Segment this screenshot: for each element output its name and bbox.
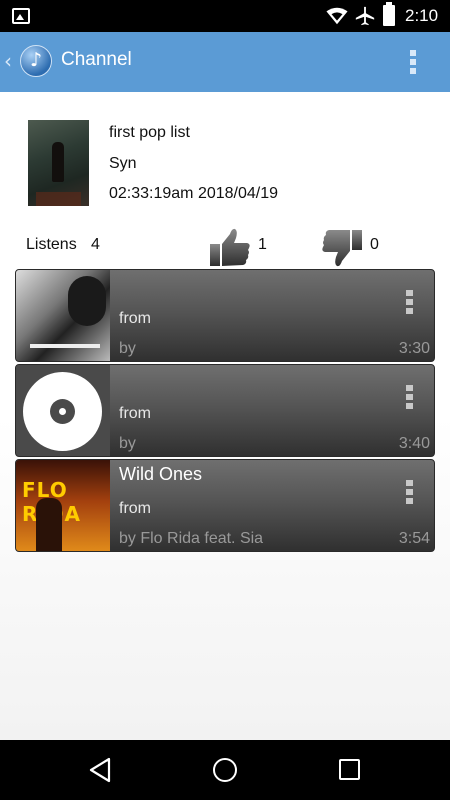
nav-home-icon[interactable] [213, 758, 237, 782]
song-list-item[interactable]: FLO RIDA Wild Ones from by Flo Rida feat… [15, 459, 435, 552]
back-chevron-icon[interactable]: ‹ [4, 49, 12, 73]
song-title: Wild Ones [119, 464, 203, 484]
dislikes-count: 0 [370, 236, 379, 253]
nav-recents-icon[interactable] [339, 759, 360, 780]
playlist-name: first pop list [109, 124, 190, 141]
song-menu-icon[interactable] [406, 290, 414, 316]
song-artist: by Flo Rida feat. Sia [119, 530, 264, 547]
nav-back-icon[interactable] [88, 757, 112, 783]
music-note-icon: ♪ [30, 49, 43, 71]
playlist-owner: Syn [109, 155, 137, 172]
status-bar: 2:10 [0, 0, 450, 32]
battery-icon [383, 2, 395, 26]
playlist-created-date: 02:33:19am 2018/04/19 [109, 185, 279, 202]
clock: 2:10 [405, 6, 439, 25]
song-list-item[interactable]: from by 3:30 [15, 269, 435, 362]
song-menu-icon[interactable] [406, 480, 414, 506]
song-artist: by [119, 340, 136, 357]
album-art-placeholder [16, 365, 110, 456]
song-artist: by [119, 435, 136, 452]
song-from: from [119, 310, 151, 327]
airplane-icon [355, 6, 375, 26]
song-list-item[interactable]: from by 3:40 [15, 364, 435, 457]
system-nav-bar [0, 740, 450, 800]
channel-content: first pop list Syn 02:33:19am 2018/04/19… [0, 92, 450, 740]
song-from: from [119, 500, 151, 517]
listens-count: 4 [91, 236, 100, 253]
listens-label: Listens [26, 236, 77, 253]
likes-count: 1 [258, 236, 267, 253]
thumbs-up-icon[interactable] [208, 226, 252, 268]
album-art-image [16, 270, 110, 361]
song-menu-icon[interactable] [406, 385, 414, 411]
page-title: Channel [61, 49, 132, 70]
song-duration: 3:40 [398, 435, 430, 452]
album-art-image: FLO RIDA [16, 460, 110, 551]
playlist-cover-image [28, 120, 89, 206]
app-bar: ‹ ♪ Channel [0, 32, 450, 92]
song-duration: 3:54 [398, 530, 430, 547]
song-from: from [119, 405, 151, 422]
app-logo-icon[interactable]: ♪ [20, 45, 52, 77]
overflow-menu-icon[interactable] [408, 50, 418, 76]
vinyl-disc-icon [23, 372, 102, 451]
song-duration: 3:30 [398, 340, 430, 357]
thumbs-down-icon[interactable] [320, 228, 364, 270]
image-notification-icon [12, 8, 30, 24]
wifi-icon [326, 7, 348, 25]
stats-row: Listens 4 1 0 [0, 228, 450, 270]
